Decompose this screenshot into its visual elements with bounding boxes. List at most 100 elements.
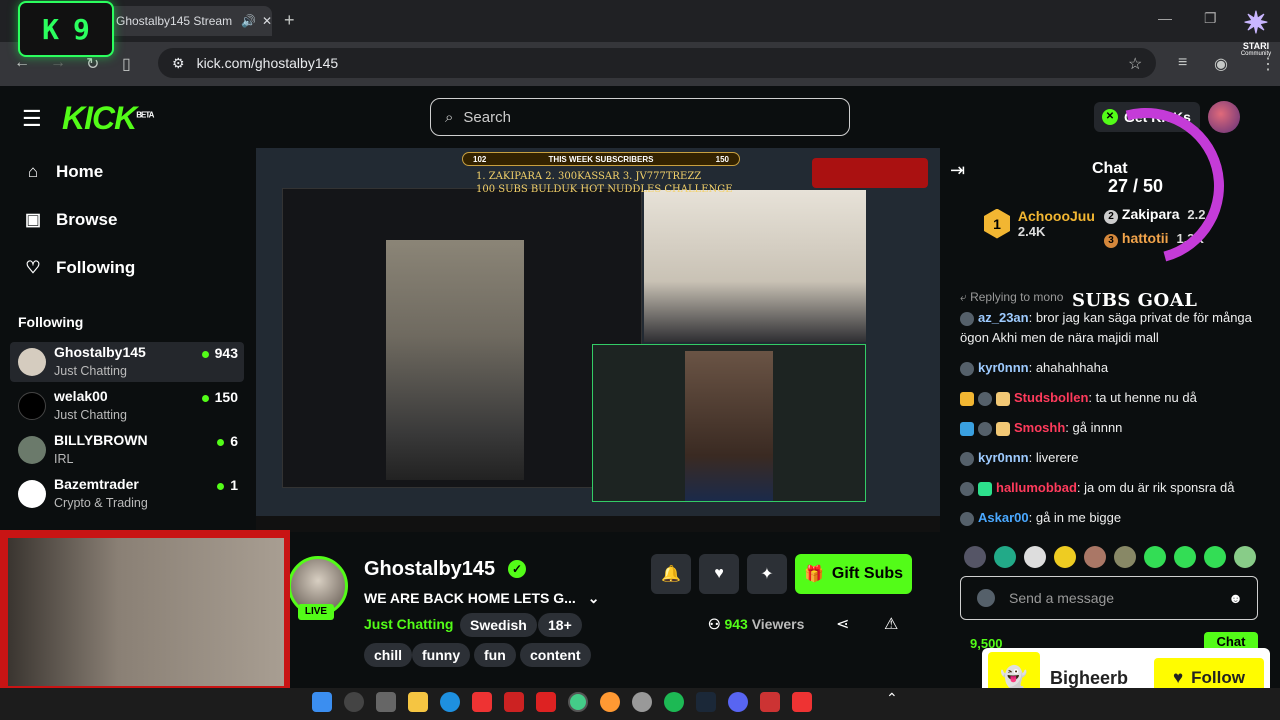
speaker-icon[interactable]: 🔊 xyxy=(241,14,256,28)
emote[interactable] xyxy=(1234,546,1256,568)
sidebar-item-home[interactable]: ⌂ Home xyxy=(24,162,103,182)
share-icon[interactable]: ⋖ xyxy=(836,614,849,634)
emote[interactable] xyxy=(994,546,1016,568)
chevron-down-icon[interactable]: ⌄ xyxy=(588,590,600,606)
popup-name: Bigheerb xyxy=(1050,667,1129,688)
minimize-icon[interactable]: — xyxy=(1158,10,1172,26)
new-tab-button[interactable]: + xyxy=(284,10,295,31)
emote[interactable] xyxy=(1204,546,1226,568)
chat-username[interactable]: kyr0nnn xyxy=(978,450,1029,465)
chat-username[interactable]: Askar00 xyxy=(978,510,1029,525)
app-icon[interactable] xyxy=(600,692,620,712)
media-control-icon[interactable]: ≡ xyxy=(1178,54,1187,72)
tray-chevron-icon[interactable]: ⌃ xyxy=(886,690,898,707)
hamburger-menu-icon[interactable]: ☰ xyxy=(22,106,42,132)
stream-title-text: WE ARE BACK HOME LETS G... xyxy=(364,590,576,606)
notification-bell-button[interactable]: 🔔 xyxy=(651,554,691,594)
url-bar[interactable]: ⚙ kick.com/ghostalby145 xyxy=(158,48,1156,78)
obs-icon[interactable] xyxy=(632,692,652,712)
task-view-icon[interactable] xyxy=(376,692,396,712)
bookmark-star-icon[interactable]: ☆ xyxy=(1128,54,1142,74)
subs-banner-right: 150 xyxy=(715,154,729,164)
emote[interactable] xyxy=(1174,546,1196,568)
profile-icon[interactable]: ◉ xyxy=(1214,54,1228,74)
tag[interactable]: 18+ xyxy=(538,613,582,637)
stream-title[interactable]: WE ARE BACK HOME LETS G... ⌄ xyxy=(364,590,599,607)
report-icon[interactable]: ⚠ xyxy=(884,614,898,634)
chat-user-icon xyxy=(977,589,995,607)
subs-banner-left: 102 xyxy=(473,154,487,164)
edge-icon[interactable] xyxy=(440,692,460,712)
tag[interactable]: funny xyxy=(412,643,471,667)
tiktok-icon[interactable] xyxy=(792,692,812,712)
discord-icon[interactable] xyxy=(728,692,748,712)
sparkle-button[interactable]: ✦ xyxy=(747,554,787,594)
file-explorer-icon[interactable] xyxy=(408,692,428,712)
user-avatar[interactable] xyxy=(1208,101,1240,133)
heart-icon: ♥ xyxy=(1173,668,1184,687)
sidebar-item-browse[interactable]: ▣ Browse xyxy=(24,210,117,230)
emote[interactable] xyxy=(1084,546,1106,568)
sidebar-item-label: Following xyxy=(56,258,136,277)
tag[interactable]: Swedish xyxy=(460,613,537,637)
tag[interactable]: content xyxy=(520,643,591,667)
followed-channel[interactable]: Ghostalby145 Just Chatting 943 xyxy=(10,342,244,382)
tag[interactable]: chill xyxy=(364,643,413,667)
search-icon[interactable] xyxy=(344,692,364,712)
chat-text: gå innnn xyxy=(1072,420,1123,435)
channel-name[interactable]: Ghostalby145 xyxy=(364,558,495,581)
emote[interactable] xyxy=(964,546,986,568)
tag[interactable]: fun xyxy=(474,643,516,667)
spotify-icon[interactable] xyxy=(664,692,684,712)
app-icon[interactable] xyxy=(760,692,780,712)
avatar xyxy=(18,392,46,420)
chat-message: Smoshh: gå innnn xyxy=(960,418,1260,438)
sidebar-item-label: Home xyxy=(56,162,104,181)
gift-subs-button[interactable]: 🎁 Gift Subs xyxy=(795,554,912,594)
chat-username[interactable]: az_23an xyxy=(978,310,1029,325)
channel-name: Ghostalby145 xyxy=(54,344,146,360)
emoji-icon[interactable]: ☻ xyxy=(1228,590,1243,606)
maximize-icon[interactable]: ❐ xyxy=(1204,10,1217,27)
chat-username[interactable]: Studsbollen xyxy=(1014,390,1088,405)
chat-message: az_23an: bror jag kan säga privat de för… xyxy=(960,310,1252,345)
collapse-chat-icon[interactable]: ⇥ xyxy=(950,160,965,181)
kick-logo[interactable]: KICKBETA xyxy=(62,100,154,137)
close-tab-icon[interactable]: ✕ xyxy=(262,14,272,28)
gold-badge-icon: 1 xyxy=(984,208,1010,239)
sidebar-toggle-icon[interactable]: ▯ xyxy=(122,54,131,74)
chat-username[interactable]: kyr0nnn xyxy=(978,360,1029,375)
site-info-icon[interactable]: ⚙ xyxy=(172,55,185,72)
followed-channel[interactable]: welak00 Just Chatting 150 xyxy=(10,386,244,426)
app-icon[interactable] xyxy=(504,692,524,712)
followed-channel[interactable]: Bazemtrader Crypto & Trading 1 xyxy=(10,474,244,514)
subs-banner: 102 THIS WEEK SUBSCRIBERS 150 xyxy=(462,152,740,166)
chat-username[interactable]: hallumobbad xyxy=(996,480,1077,495)
emote[interactable] xyxy=(1054,546,1076,568)
search-input[interactable]: ⌕ Search xyxy=(430,98,850,136)
chat-message-input[interactable]: Send a message ☻ xyxy=(960,576,1258,620)
subs-goal-count: 27 / 50 xyxy=(1108,176,1164,196)
chat-username[interactable]: Smoshh xyxy=(1014,420,1065,435)
channel-name: BILLYBROWN xyxy=(54,432,148,448)
chrome-icon[interactable] xyxy=(568,692,588,712)
overlay-level-badge: K 9 xyxy=(18,1,114,57)
chat-message: Askar00: gå in me bigge xyxy=(960,508,1260,528)
sidebar-item-following[interactable]: ♡ Following xyxy=(24,258,135,278)
popup-follow-label: Follow xyxy=(1191,668,1245,687)
video-player[interactable]: 102 THIS WEEK SUBSCRIBERS 150 1. ZAKIPAR… xyxy=(256,148,940,532)
emote[interactable] xyxy=(1114,546,1136,568)
emote[interactable] xyxy=(1024,546,1046,568)
browser-tab[interactable]: Ghostalby145 Stream - Wat 🔊 ✕ xyxy=(96,6,272,36)
app-icon[interactable] xyxy=(536,692,556,712)
category-link[interactable]: Just Chatting xyxy=(364,616,453,632)
followed-channel[interactable]: BILLYBROWN IRL 6 xyxy=(10,430,244,470)
steam-icon[interactable] xyxy=(696,692,716,712)
windows-start-icon[interactable] xyxy=(312,692,332,712)
reload-icon[interactable]: ↻ xyxy=(86,54,99,74)
follow-heart-button[interactable]: ♥ xyxy=(699,554,739,594)
stari-sub: Community xyxy=(1240,51,1272,57)
subs-line: 1. ZAKIPARA 2. 300KASSAR 3. JV777TREZZ xyxy=(476,171,702,182)
emote[interactable] xyxy=(1144,546,1166,568)
app-icon[interactable] xyxy=(472,692,492,712)
